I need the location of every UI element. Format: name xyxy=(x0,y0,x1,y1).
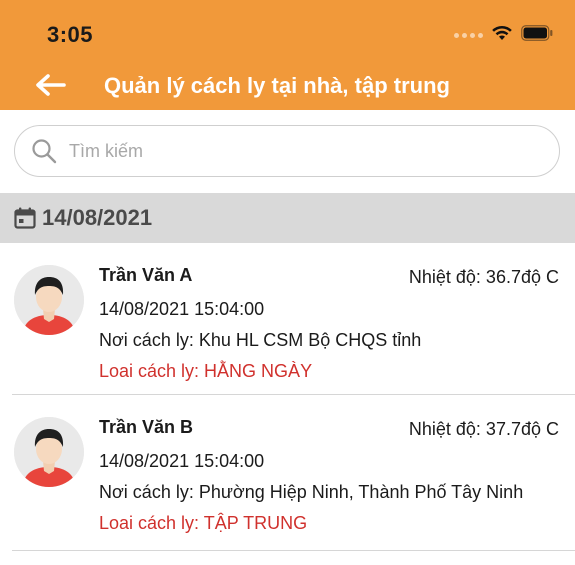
calendar-icon xyxy=(14,207,36,229)
cellular-signal-icon xyxy=(454,32,483,38)
divider xyxy=(12,394,575,395)
arrow-left-icon xyxy=(34,73,66,102)
search-input[interactable] xyxy=(67,139,531,163)
quarantine-type: Loai cách ly: HẰNG NGÀY xyxy=(99,361,313,381)
divider xyxy=(12,550,575,551)
avatar xyxy=(14,265,84,335)
battery-icon xyxy=(521,24,553,46)
section-date: 14/08/2021 xyxy=(42,205,153,230)
quarantine-type: Loai cách ly: TẬP TRUNG xyxy=(99,513,308,533)
wifi-icon xyxy=(491,25,513,46)
page-title: Quản lý cách ly tại nhà, tập trung xyxy=(104,73,450,98)
record-datetime: 14/08/2021 15:04:00 xyxy=(99,451,265,471)
list-item[interactable]: Trần Văn A Nhiệt độ: 36.7độ C 14/08/2021… xyxy=(0,245,575,395)
person-name: Trần Văn B xyxy=(99,417,194,437)
avatar xyxy=(14,417,84,487)
search-icon xyxy=(31,138,57,164)
record-datetime: 14/08/2021 15:04:00 xyxy=(99,299,265,319)
search-bar[interactable] xyxy=(14,125,560,177)
date-section-header: 14/08/2021 xyxy=(0,193,575,243)
temperature: Nhiệt độ: 36.7độ C xyxy=(408,267,559,287)
person-name: Trần Văn A xyxy=(99,265,193,285)
status-indicators xyxy=(454,24,553,46)
quarantine-location: Nơi cách ly: Phường Hiệp Ninh, Thành Phố… xyxy=(99,482,524,502)
quarantine-location: Nơi cách ly: Khu HL CSM Bộ CHQS tỉnh xyxy=(99,330,422,350)
status-time: 3:05 xyxy=(47,22,94,47)
screen: 3:05 Quản lý cách ly tại nhà, tập trung … xyxy=(0,0,575,565)
temperature: Nhiệt độ: 37.7độ C xyxy=(408,419,559,439)
back-button[interactable] xyxy=(30,67,70,107)
app-header: 3:05 Quản lý cách ly tại nhà, tập trung xyxy=(0,0,575,110)
list-item[interactable]: Trần Văn B Nhiệt độ: 37.7độ C 14/08/2021… xyxy=(0,397,575,551)
